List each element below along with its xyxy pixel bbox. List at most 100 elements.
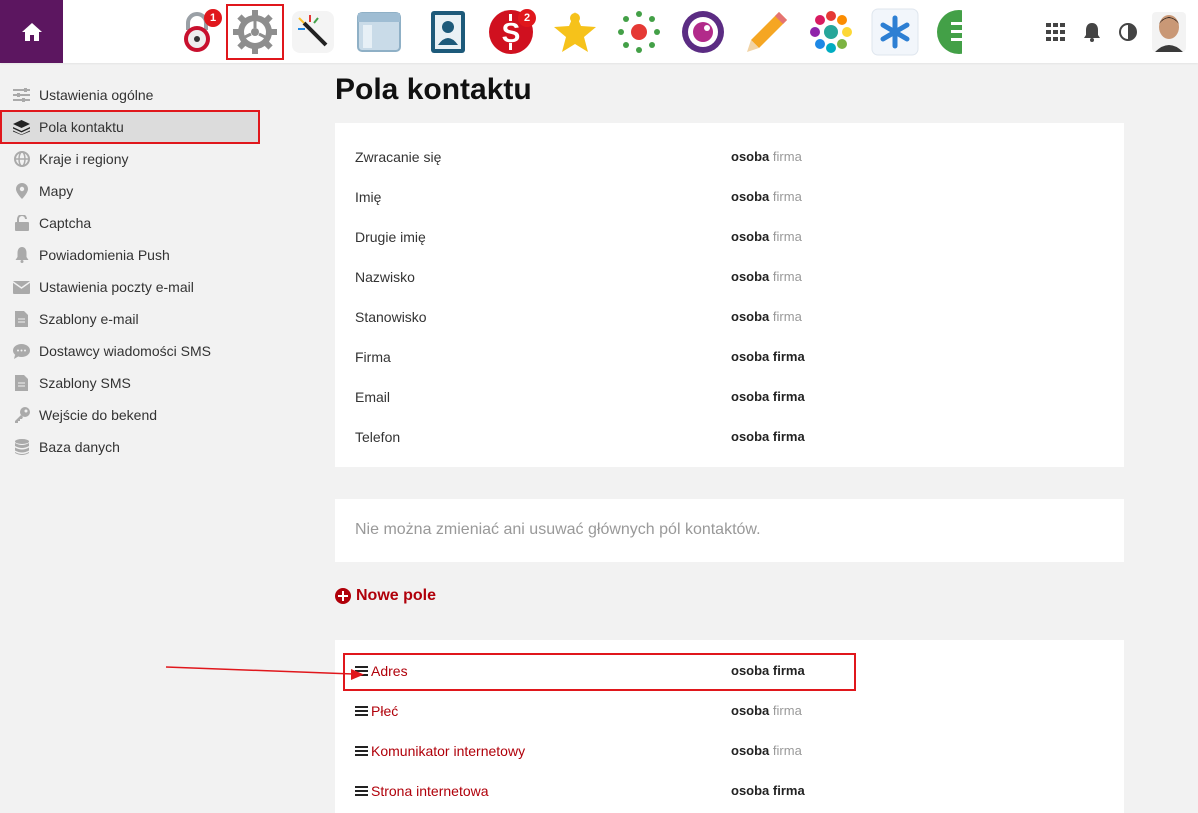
page-title: Pola kontaktu (335, 73, 532, 106)
camera-app[interactable] (674, 4, 732, 60)
sidebar-item-sms-templates[interactable]: Szablony SMS (0, 367, 260, 399)
document-icon (13, 375, 30, 391)
field-name: Komunikator internetowy (371, 743, 526, 759)
field-row: Drugie imię osoba firma (335, 219, 1124, 259)
custom-field-link[interactable]: Komunikator internetowy (355, 743, 525, 759)
drag-handle-icon[interactable] (355, 746, 368, 757)
type-company: firma (772, 149, 802, 164)
plus-circle-icon (335, 588, 351, 604)
field-types: osoba firma (731, 229, 802, 244)
sidebar-item-countries[interactable]: Kraje i regiony (0, 143, 260, 175)
notification-badge: 1 (204, 9, 222, 27)
sidebar-item-sms-providers[interactable]: Dostawcy wiadomości SMS (0, 335, 260, 367)
custom-field-link[interactable]: Strona internetowa (355, 783, 489, 799)
sidebar-item-contact-fields[interactable]: Pola kontaktu (0, 110, 260, 144)
unlock-icon (13, 215, 30, 231)
field-row: Telefon osoba firma (335, 419, 1124, 459)
magic-wand-app[interactable] (284, 4, 342, 60)
drag-handle-icon[interactable] (355, 786, 368, 797)
field-row: Firma osoba firma (335, 339, 1124, 379)
apps-grid-button[interactable] (1038, 12, 1074, 52)
pencil-app[interactable] (738, 4, 796, 60)
type-company: firma (772, 349, 805, 364)
field-name: Stanowisko (355, 309, 427, 325)
type-person: osoba (731, 743, 770, 758)
field-types: osoba firma (731, 149, 802, 164)
key-icon (13, 407, 30, 423)
custom-field-row[interactable]: Komunikator internetowy osoba firma (335, 733, 1124, 773)
type-person: osoba (731, 149, 770, 164)
type-company: firma (772, 189, 802, 204)
custom-field-link[interactable]: Płeć (355, 703, 398, 719)
sidebar-item-maps[interactable]: Mapy (0, 175, 260, 207)
lock-app[interactable]: 1 (168, 4, 226, 60)
layers-icon (13, 119, 30, 135)
theme-toggle-button[interactable] (1110, 12, 1146, 52)
sidebar-item-email-settings[interactable]: Ustawienia poczty e-mail (0, 271, 260, 303)
new-field-button[interactable]: Nowe pole (335, 587, 436, 605)
type-person: osoba (731, 189, 770, 204)
contacts-app[interactable] (418, 4, 476, 60)
field-name: Telefon (355, 429, 401, 445)
green-app[interactable] (930, 4, 962, 60)
field-name: Email (355, 389, 391, 405)
sidebar-item-label: Powiadomienia Push (39, 247, 170, 263)
map-pin-icon (13, 183, 30, 199)
sidebar-item-label: Wejście do bekend (39, 407, 158, 423)
envelope-icon (13, 279, 30, 295)
type-company: firma (772, 743, 802, 758)
field-types: osoba firma (731, 389, 805, 404)
field-types: osoba firma (731, 783, 805, 798)
field-row: Email osoba firma (335, 379, 1124, 419)
type-person: osoba (731, 229, 770, 244)
top-bar: 1 S 2 (0, 0, 1198, 63)
sidebar-item-label: Captcha (39, 215, 92, 231)
radial-dots-icon (618, 11, 660, 53)
browser-window-icon (357, 12, 401, 52)
type-company: firma (772, 269, 802, 284)
field-name: Imię (355, 189, 382, 205)
field-types: osoba firma (731, 743, 802, 758)
type-company: firma (772, 429, 805, 444)
sidebar-item-email-templates[interactable]: Szablony e-mail (0, 303, 260, 335)
dots-app[interactable] (610, 4, 668, 60)
star-app[interactable] (546, 4, 604, 60)
field-row: Imię osoba firma (335, 179, 1124, 219)
asterisk-app[interactable] (866, 4, 924, 60)
sidebar-item-push[interactable]: Powiadomienia Push (0, 239, 260, 271)
drag-handle-icon[interactable] (355, 706, 368, 717)
sidebar-item-database[interactable]: Baza danych (0, 431, 260, 463)
settings-sidebar: Ustawienia ogólne Pola kontaktu Kraje i … (0, 79, 260, 463)
window-app[interactable] (350, 4, 408, 60)
magic-wand-icon (292, 11, 334, 53)
field-name: Płeć (371, 703, 399, 719)
field-types: osoba firma (731, 269, 802, 284)
settings-app[interactable] (226, 4, 284, 60)
type-company: firma (772, 229, 802, 244)
type-person: osoba (731, 349, 770, 364)
home-button[interactable] (0, 0, 63, 63)
sidebar-item-label: Ustawienia poczty e-mail (39, 279, 194, 295)
type-person: osoba (731, 429, 770, 444)
notifications-button[interactable] (1074, 12, 1110, 52)
highlight-box (343, 653, 856, 691)
custom-field-row[interactable]: Strona internetowa osoba firma (335, 773, 1124, 813)
field-row: Nazwisko osoba firma (335, 259, 1124, 299)
colorful-app[interactable] (802, 4, 860, 60)
sidebar-item-backend-login[interactable]: Wejście do bekend (0, 399, 260, 431)
sidebar-item-general-settings[interactable]: Ustawienia ogólne (0, 79, 260, 111)
address-book-icon (431, 11, 465, 53)
field-name: Firma (355, 349, 391, 365)
sidebar-item-label: Szablony SMS (39, 375, 131, 391)
user-avatar[interactable] (1152, 11, 1186, 52)
sidebar-item-label: Szablony e-mail (39, 311, 139, 327)
grid-icon (1046, 22, 1065, 41)
sidebar-item-captcha[interactable]: Captcha (0, 207, 260, 239)
type-person: osoba (731, 269, 770, 284)
shop-app[interactable]: S 2 (482, 4, 540, 60)
custom-field-row[interactable]: Płeć osoba firma (335, 693, 1124, 733)
sidebar-item-label: Dostawcy wiadomości SMS (39, 343, 211, 359)
gear-icon (233, 10, 277, 54)
info-note: Nie można zmieniać ani usuwać głównych p… (355, 521, 761, 538)
sidebar-item-label: Kraje i regiony (39, 151, 129, 167)
